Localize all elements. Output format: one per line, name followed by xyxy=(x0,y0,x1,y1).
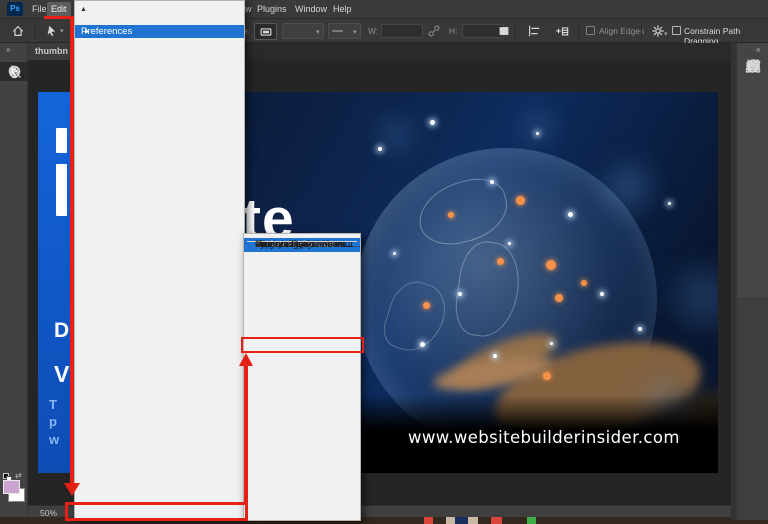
menu-help[interactable]: Help xyxy=(329,0,356,19)
menu-item-preferences[interactable]: Preferences ▶ xyxy=(75,25,244,38)
annotation-down-arrowhead xyxy=(64,483,80,496)
collapsed-panels-column: « xyxy=(736,43,768,520)
annotation-up-line xyxy=(244,365,248,502)
submenu-item-camera-raw[interactable]: Camera Raw... ▶ xyxy=(244,238,360,252)
annotation-up-arrowhead xyxy=(239,353,253,366)
image-url-text: www.websitebuilderinsider.com xyxy=(408,428,680,447)
fill-dropdown[interactable]: ▾ xyxy=(282,23,324,39)
submenu-arrow-icon: ▶ xyxy=(85,28,90,35)
align-edges-checkbox[interactable] xyxy=(586,26,595,35)
menu-plugins[interactable]: Plugins xyxy=(253,0,291,19)
stroke-style-dropdown[interactable]: ▾ xyxy=(328,23,361,39)
path-alignment-icon[interactable] xyxy=(527,24,541,38)
shape-mode-button[interactable] xyxy=(254,23,277,40)
constrain-path-checkbox[interactable] xyxy=(672,26,681,35)
empty-dock-area xyxy=(737,298,768,520)
tool-preset-icon[interactable] xyxy=(45,24,59,38)
divider xyxy=(515,22,516,40)
preferences-submenu: General... Ctrl+K ▶ Interface... ▶ Works… xyxy=(243,233,361,521)
chevron-down-icon[interactable]: ▾ xyxy=(60,27,64,35)
path-arrangement-icon[interactable] xyxy=(555,24,569,38)
gear-icon[interactable] xyxy=(651,24,665,38)
photoshop-logo-icon[interactable]: Ps xyxy=(7,2,23,16)
chevron-down-icon: ▾ xyxy=(664,30,668,38)
divider xyxy=(578,22,579,40)
annotation-performance-box xyxy=(241,337,364,353)
width-input[interactable] xyxy=(381,24,423,38)
foreground-color-swatch[interactable] xyxy=(3,480,20,494)
width-label: W: xyxy=(368,26,378,36)
tool-edit-toolbar[interactable] xyxy=(0,62,28,81)
swap-colors-icon[interactable]: ⇄ xyxy=(15,471,22,480)
path-operations-icon[interactable] xyxy=(497,24,511,38)
expand-panel-icon[interactable]: » xyxy=(6,45,9,54)
annotation-preferences-box xyxy=(65,502,248,521)
edit-dropdown-menu: ▲ Copy Ctrl+C ▶ Copy Merged Shift+Ctrl+C… xyxy=(74,0,245,521)
panel-dock: « xyxy=(731,43,768,520)
annotation-down-line xyxy=(70,16,74,483)
photoshop-window: Ps File Edit w Plugins Window Help ▾ e: … xyxy=(0,0,768,524)
height-label: H: xyxy=(449,26,458,36)
link-dimensions-icon[interactable] xyxy=(427,24,441,38)
panel-channels[interactable] xyxy=(737,53,768,79)
tools-panel: » ····· ⇄ xyxy=(0,43,28,520)
menu-window[interactable]: Window xyxy=(291,0,331,19)
home-icon[interactable] xyxy=(11,24,25,38)
divider xyxy=(35,22,36,40)
menu-edit[interactable]: Edit xyxy=(47,2,71,17)
rect-mode-icon xyxy=(259,25,273,39)
align-edges-label: Align Edges xyxy=(599,26,644,36)
menu-scroll-up-icon[interactable]: ▲ xyxy=(80,6,87,13)
divider xyxy=(641,22,642,40)
